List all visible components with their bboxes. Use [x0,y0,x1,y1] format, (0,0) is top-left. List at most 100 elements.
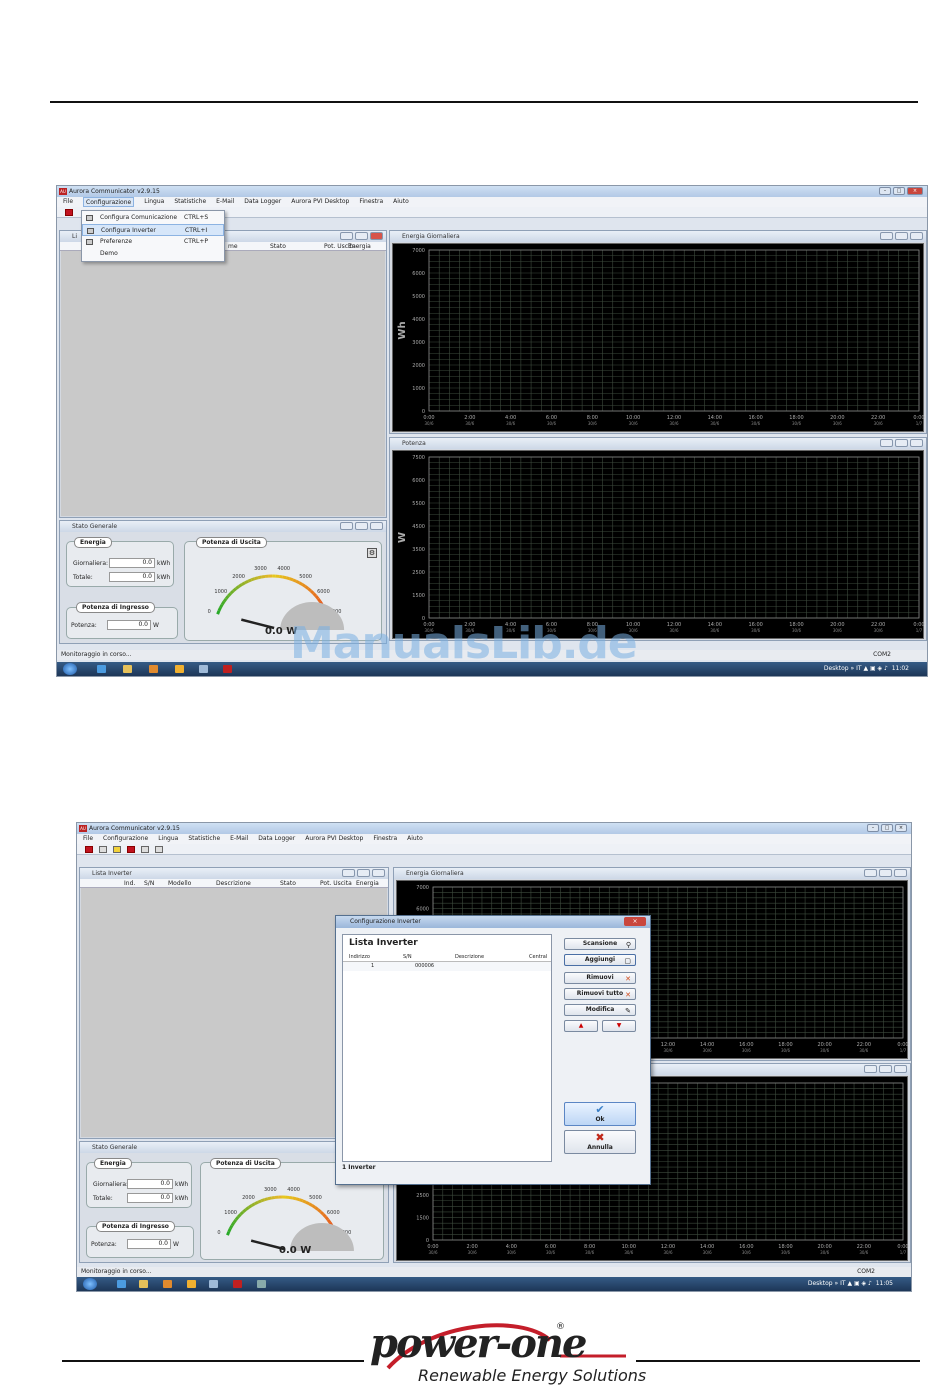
close-button[interactable]: × [895,824,907,832]
logo-wordmark: power-one [370,1320,587,1367]
stop-icon[interactable] [85,845,93,853]
log-icon[interactable] [113,845,121,853]
menu-item-configura-inverter[interactable]: Configura Inverter CTRL+I [82,224,224,236]
gauge-settings-icon[interactable]: ⚙ [367,548,377,558]
panel-maximize[interactable] [355,232,368,240]
rimuovi-tutto-button[interactable]: Rimuovi tutto ✕ [564,988,636,1000]
screenshot-1: AU Aurora Communicator v2.9.15 – □ × File … [56,185,928,677]
panel-close[interactable] [910,439,923,447]
panel-close[interactable] [894,1065,907,1073]
chrome-icon[interactable] [175,665,184,673]
uscita-group-label: Potenza di Uscita [210,1158,281,1169]
ie-icon[interactable] [117,1280,126,1288]
dialog-close-button[interactable]: × [624,917,646,926]
menu-lingua[interactable]: Lingua [158,834,178,844]
modifica-button[interactable]: Modifica ✎ [564,1004,636,1016]
menu-email[interactable]: E-Mail [216,197,234,207]
menu-lingua[interactable]: Lingua [144,197,164,207]
record-icon[interactable] [127,845,135,853]
panel-minimize[interactable] [340,232,353,240]
panel-maximize[interactable] [355,522,368,530]
x-tick-sublabel: 30/6 [664,1048,673,1053]
panel-minimize[interactable] [864,869,877,877]
menu-statistiche[interactable]: Statistiche [174,197,206,207]
ok-button[interactable]: ✔ Ok [564,1102,636,1126]
configurazione-inverter-dialog: Configurazione Inverter × Lista Inverter… [335,915,651,1185]
start-button[interactable] [63,663,77,675]
menu-finestra[interactable]: Finestra [373,834,397,844]
start-button[interactable] [83,1278,97,1290]
tool-task-icon[interactable] [257,1280,266,1288]
col-central: Central [529,954,548,960]
inverter-icon[interactable] [99,845,107,853]
menu-file[interactable]: File [83,834,93,844]
menu-aiuto[interactable]: Aiuto [393,197,409,207]
panel-maximize[interactable] [895,232,908,240]
aggiungi-button[interactable]: Aggiungi ▢ [564,954,636,966]
menu-aurora-pvi[interactable]: Aurora PVI Desktop [291,197,349,207]
inverter-config-icon[interactable] [155,845,163,853]
annulla-button[interactable]: ✖ Annulla [564,1130,636,1154]
menu-configurazione[interactable]: Configurazione [103,834,148,844]
minimize-button[interactable]: – [879,187,891,195]
menu-aiuto[interactable]: Aiuto [407,834,423,844]
panel-close[interactable] [370,232,383,240]
x-tick-sublabel: 30/6 [792,628,801,633]
potenza-label: Potenza: [91,1241,117,1248]
menu-data-logger[interactable]: Data Logger [258,834,295,844]
kwh-unit: kWh [175,1195,189,1202]
dialog-footer: 1 Inverter [342,1164,376,1171]
menu-item-configura-comunicazione[interactable]: Configura Comunicazione CTRL+S [82,212,224,224]
panel-minimize[interactable] [340,522,353,530]
media-icon[interactable] [163,1280,172,1288]
menu-statistiche[interactable]: Statistiche [188,834,220,844]
chrome-icon[interactable] [187,1280,196,1288]
minimize-button[interactable]: – [867,824,879,832]
explorer-icon[interactable] [123,665,132,673]
panel-close[interactable] [910,232,923,240]
w-unit: W [173,1241,179,1248]
panel-maximize[interactable] [357,869,370,877]
panel-close[interactable] [894,869,907,877]
panel-minimize[interactable] [864,1065,877,1073]
menu-email[interactable]: E-Mail [230,834,248,844]
menu-finestra[interactable]: Finestra [359,197,383,207]
ie-icon[interactable] [97,665,106,673]
gear-icon[interactable] [141,845,149,853]
app-task-icon[interactable] [209,1280,218,1288]
explorer-icon[interactable] [139,1280,148,1288]
maximize-button[interactable]: □ [893,187,905,195]
panel-maximize[interactable] [879,1065,892,1073]
panel-minimize[interactable] [342,869,355,877]
aurora-task-icon[interactable] [233,1280,242,1288]
menu-item-preferenze[interactable]: Preferenze CTRL+P [82,236,224,248]
y-tick-label: 1500 [416,1216,429,1222]
gauge-tick-label: 3000 [254,566,267,572]
rimuovi-button[interactable]: Rimuovi ✕ [564,972,636,984]
panel-maximize[interactable] [895,439,908,447]
menu-file[interactable]: File [63,197,73,207]
move-down-button[interactable]: ▼ [602,1020,636,1032]
aurora-task-icon[interactable] [223,665,232,673]
close-button[interactable]: × [907,187,923,195]
table-row[interactable]: 1 000006 [343,962,551,971]
y-tick-label: 1000 [412,386,425,392]
giornaliera-label: Giornaliera: [93,1181,129,1188]
panel-minimize[interactable] [880,232,893,240]
panel-minimize[interactable] [880,439,893,447]
x-tick-sublabel: 30/6 [624,1250,633,1255]
menu-aurora-pvi[interactable]: Aurora PVI Desktop [305,834,363,844]
panel-maximize[interactable] [879,869,892,877]
stop-icon[interactable] [65,208,73,216]
scansione-button[interactable]: Scansione ⚲ [564,938,636,950]
system-tray: Desktop » IT ▲ ▣ ◈ ♪ 11:05 [807,1280,893,1287]
app-task-icon[interactable] [199,665,208,673]
menu-configurazione[interactable]: Configurazione [83,197,135,207]
panel-close[interactable] [372,869,385,877]
panel-close[interactable] [370,522,383,530]
media-icon[interactable] [149,665,158,673]
maximize-button[interactable]: □ [881,824,893,832]
move-up-button[interactable]: ▲ [564,1020,598,1032]
menu-data-logger[interactable]: Data Logger [244,197,281,207]
menu-item-demo[interactable]: Demo [82,248,224,260]
